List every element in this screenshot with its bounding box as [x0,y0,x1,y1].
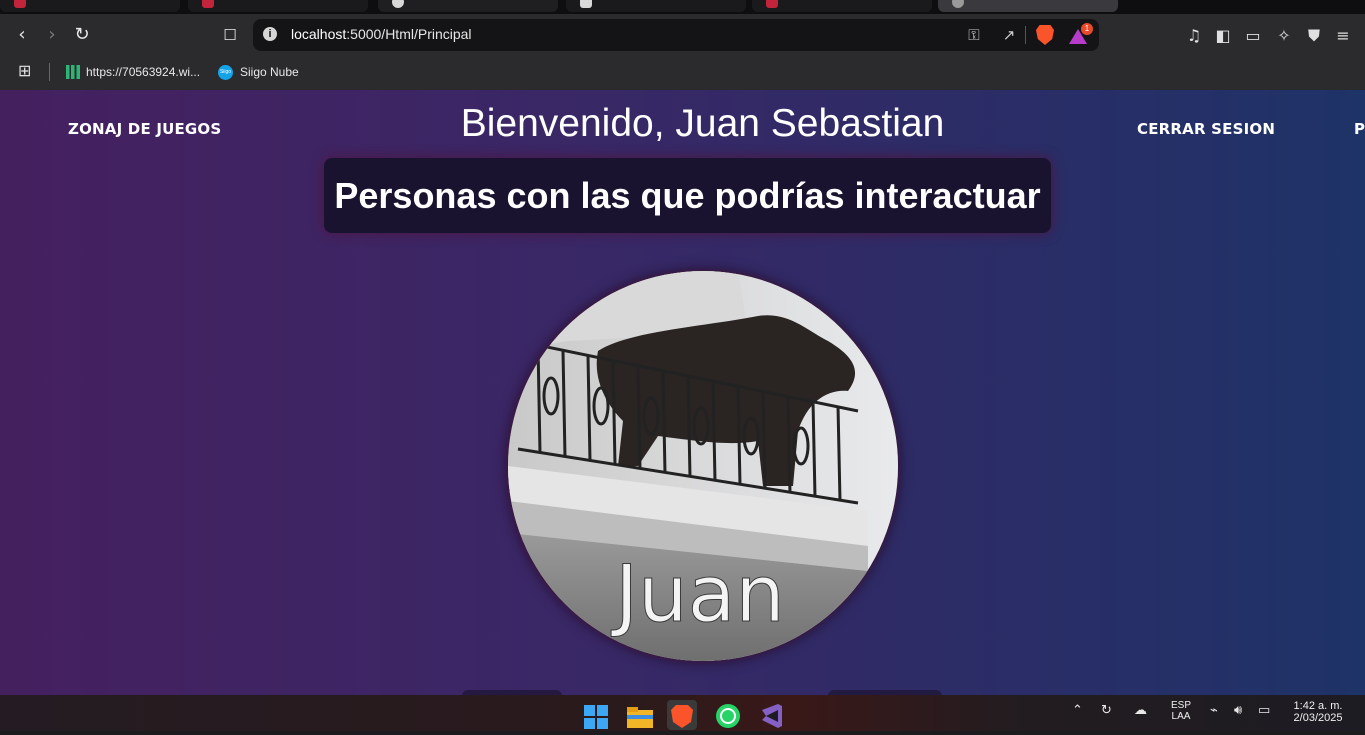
vpn-shield-icon[interactable]: ⛊ [1303,25,1325,47]
wallet-icon[interactable]: ▭ [1242,25,1264,47]
vs-logo-icon [762,704,782,728]
url-text[interactable]: localhost:5000/Html/Principal [291,26,472,42]
nav-link-cut[interactable]: P [1354,120,1365,138]
browser-tab[interactable] [938,0,1118,12]
back-icon[interactable]: ‹ [10,23,34,47]
tab-favicon-icon [766,0,778,8]
tab-strip [0,0,1365,14]
site-info-icon[interactable]: i [263,27,277,41]
windows-logo-icon [584,705,608,729]
clock-time: 1:42 a. m. [1293,700,1343,712]
language-code: ESP [1170,700,1191,711]
bars-icon [66,65,80,79]
battery-icon[interactable]: ▭ [1258,703,1270,718]
bookmark-item[interactable]: Siigo Siigo Nube [218,62,308,82]
clock[interactable]: 1:42 a. m. 2/03/2025 [1282,700,1354,724]
sync-icon[interactable]: ↻ [1101,703,1112,718]
tray-overflow-icon[interactable]: ⌃ [1072,703,1083,718]
clock-date: 2/03/2025 [1293,712,1343,724]
share-icon[interactable]: ↗ [999,25,1019,45]
brave-shields-icon[interactable] [1036,25,1054,45]
file-explorer-icon[interactable] [625,700,655,730]
whatsapp-icon[interactable] [712,700,742,730]
tab-favicon-icon [392,0,404,8]
address-bar[interactable]: i localhost:5000/Html/Principal ⚿ ↗ 1 [253,19,1099,51]
os-taskbar: ⌃ ↻ ☁ ESP LAA ⌁ 🔊︎ ▭ 1:42 a. m. 2/03/202… [0,695,1365,731]
browser-tab[interactable] [188,0,368,12]
menu-icon[interactable]: ≡ [1332,25,1354,47]
apps-grid-icon[interactable]: ⊞ [18,63,36,81]
divider [1025,26,1026,44]
bookmark-label: https://70563924.wi... [86,65,201,79]
tab-favicon-icon [580,0,592,8]
media-icon[interactable]: ♫ [1183,25,1205,47]
tab-favicon-icon [14,0,26,8]
reload-icon[interactable]: ↻ [70,23,94,47]
url-host: localhost [291,26,347,42]
onedrive-icon[interactable]: ☁ [1134,703,1147,718]
sidebar-icon[interactable]: ◧ [1212,25,1234,47]
browser-toolbar: ‹ › ↻ ☐ i localhost:5000/Html/Principal … [0,14,1365,56]
profile-avatar[interactable]: Juan [508,271,898,661]
volume-icon[interactable]: 🔊︎ [1234,703,1242,718]
page-content: ZONAJ DE JUEGOS Bienvenido, Juan Sebasti… [0,90,1365,695]
bookmark-icon[interactable]: ☐ [218,23,242,47]
siigo-icon: Siigo [218,65,233,80]
whatsapp-logo-icon [716,704,740,728]
profile-caption: Juan [610,550,785,640]
profile-photo: Juan [508,271,898,661]
tab-favicon-icon [202,0,214,8]
windows-start-icon[interactable] [581,700,611,730]
wifi-icon[interactable]: ⌁ [1210,703,1218,718]
visual-studio-icon[interactable] [756,700,786,730]
keyboard-layout: LAA [1171,711,1191,722]
browser-tab[interactable] [0,0,180,12]
rewards-badge: 1 [1081,23,1093,35]
bookmarks-bar: ⊞ https://70563924.wi... Siigo Siigo Nub… [0,56,1365,90]
brave-lion-icon [671,705,693,728]
logout-link[interactable]: CERRAR SESION [1137,120,1275,138]
forward-icon[interactable]: › [40,23,64,47]
url-path: :5000/Html/Principal [346,26,472,42]
language-indicator[interactable]: ESP LAA [1166,700,1196,722]
folder-icon [627,707,653,728]
leo-ai-icon[interactable]: ✧ [1273,25,1295,47]
browser-tab[interactable] [752,0,932,12]
browser-tab[interactable] [566,0,746,12]
divider [49,63,50,81]
key-icon[interactable]: ⚿ [964,25,984,45]
tab-favicon-icon [952,0,964,8]
brave-browser-icon[interactable] [667,700,697,730]
section-title: Personas con las que podrías interactuar [324,158,1051,233]
bookmark-label: Siigo Nube [240,65,299,79]
bookmark-item[interactable]: https://70563924.wi... [66,62,206,82]
browser-tab-active[interactable] [378,0,558,12]
